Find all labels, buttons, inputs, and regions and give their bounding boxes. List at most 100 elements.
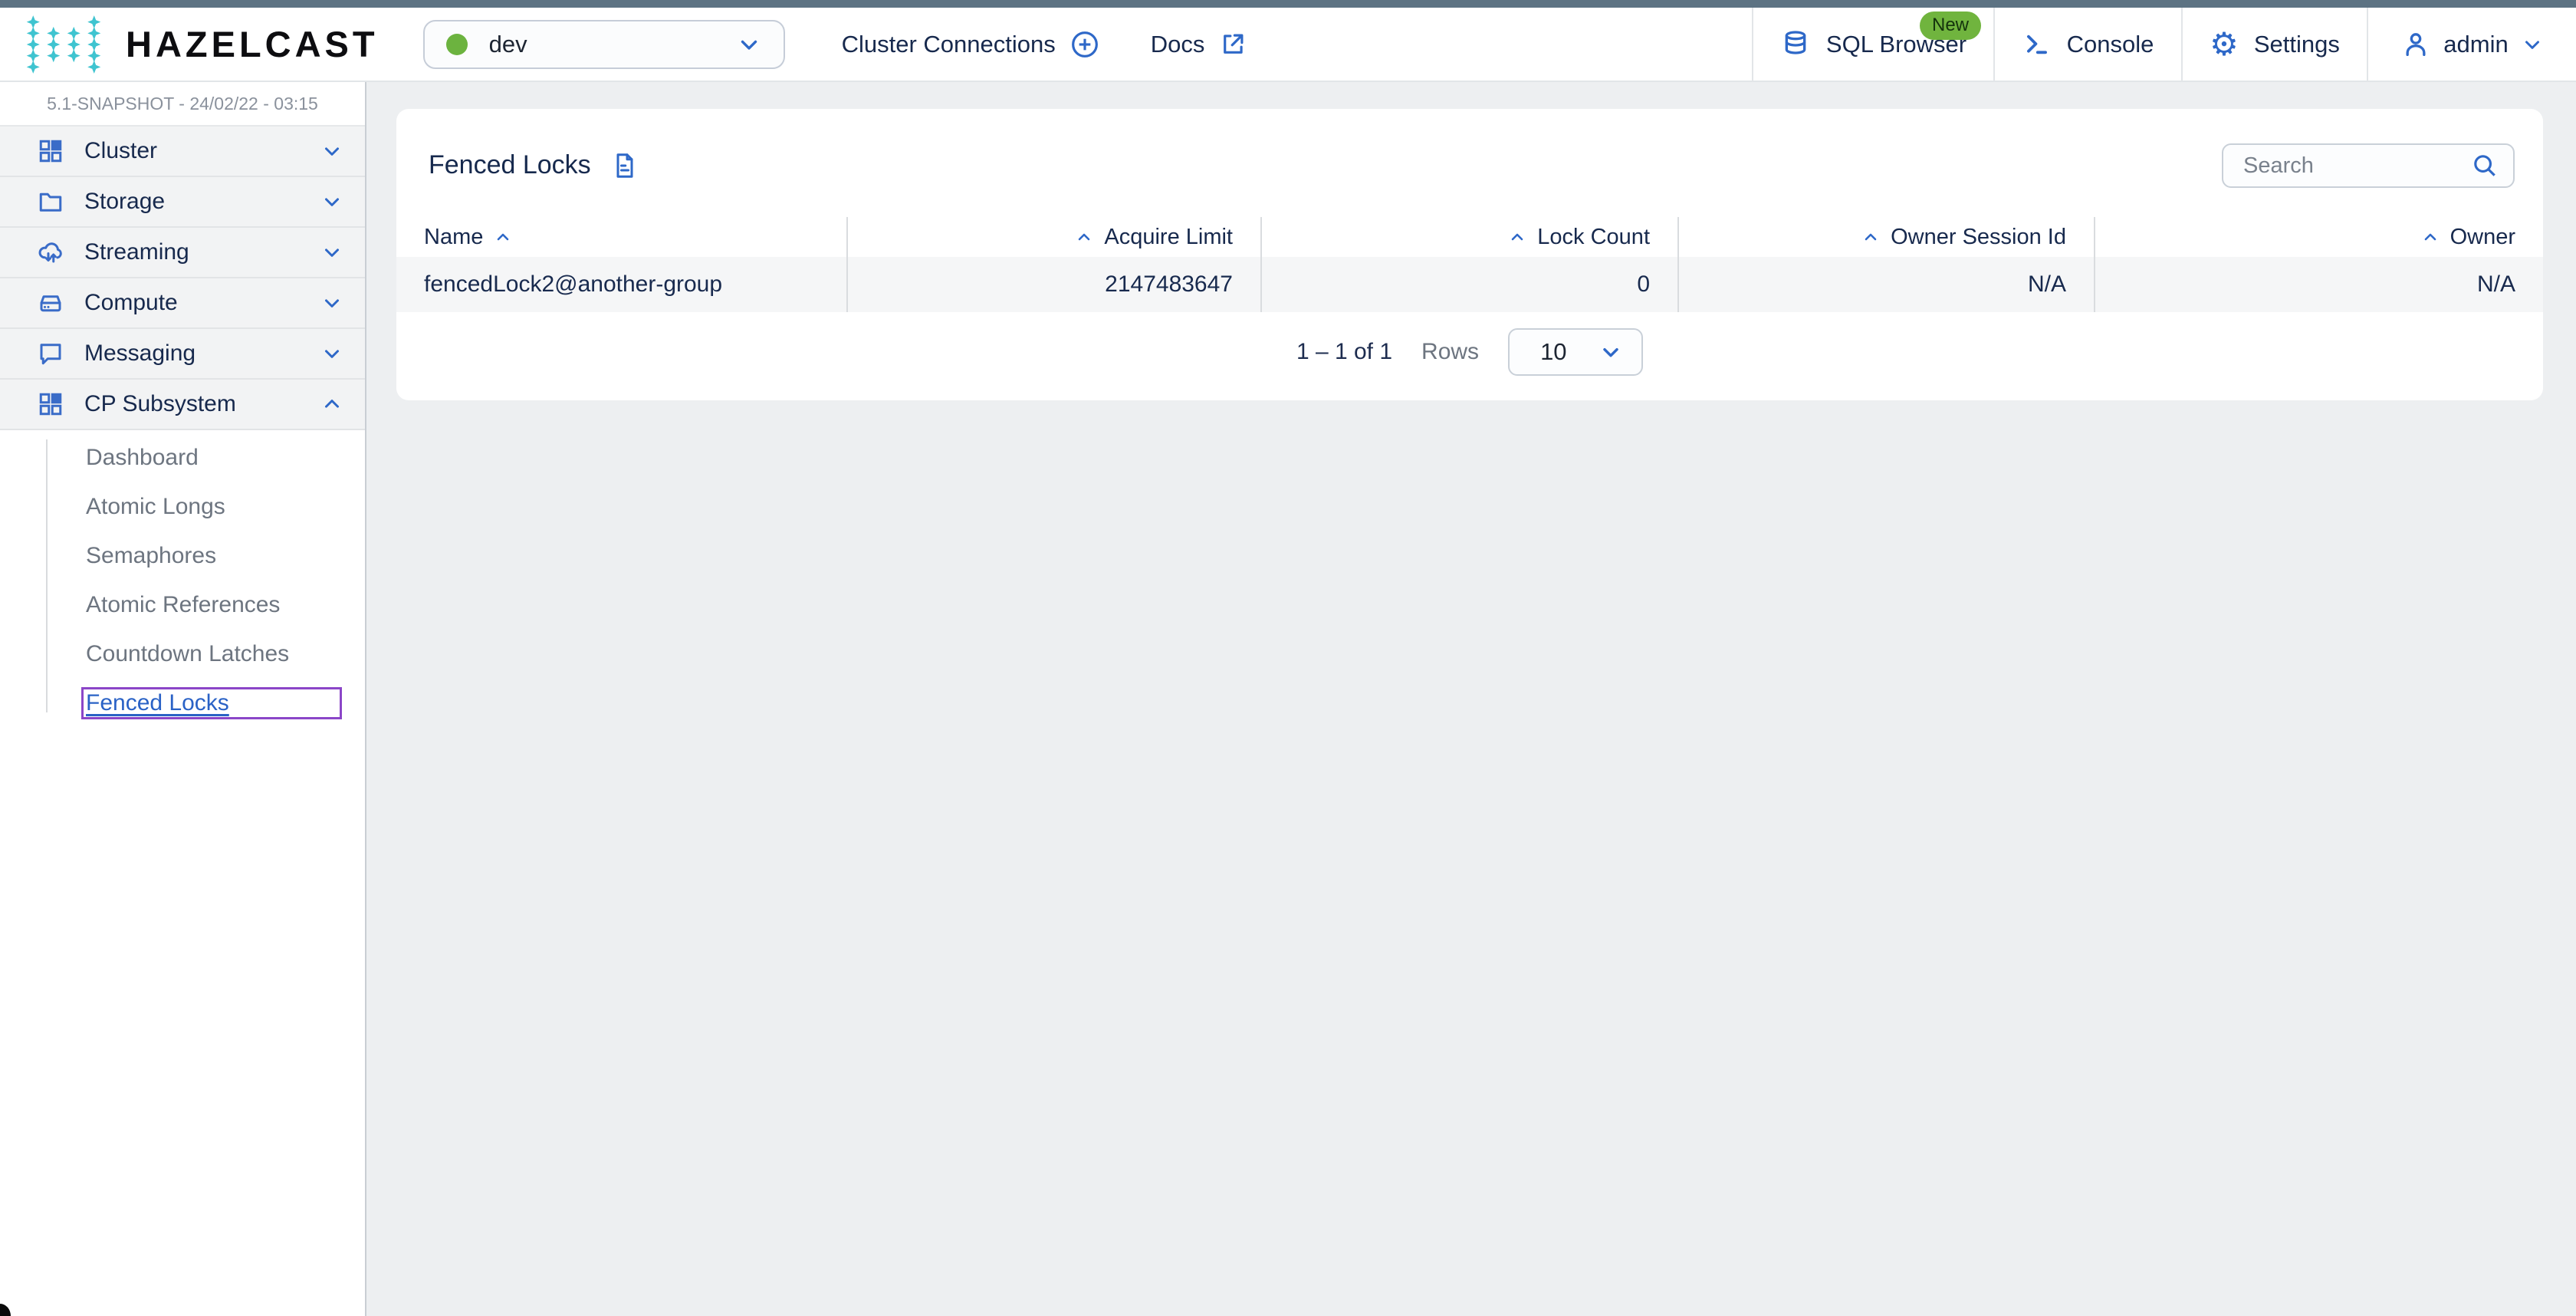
app-header: HAZELCAST dev Cluster Connections Docs N… xyxy=(0,8,2576,82)
gear-icon: ⚙ xyxy=(2210,28,2239,61)
column-header-owner[interactable]: Owner xyxy=(2095,217,2543,257)
chevron-down-icon xyxy=(320,241,343,264)
submenu-item-semaphores[interactable]: Semaphores xyxy=(0,531,365,581)
external-link-icon xyxy=(1218,30,1247,59)
sidebar-item-cp-subsystem[interactable]: CP Subsystem xyxy=(0,380,365,430)
column-label: Acquire Limit xyxy=(1104,225,1233,250)
sidebar-item-label: Compute xyxy=(84,290,178,316)
terminal-icon xyxy=(2022,30,2052,59)
cell-owner-session-id: N/A xyxy=(1679,257,2095,312)
sidebar-item-label: Messaging xyxy=(84,341,196,367)
submenu-item-fenced-locks[interactable]: Fenced Locks xyxy=(0,679,365,728)
version-label: 5.1-SNAPSHOT - 24/02/22 - 03:15 xyxy=(0,82,365,127)
chevron-down-icon xyxy=(320,342,343,365)
cell-owner: N/A xyxy=(2095,257,2543,312)
sort-asc-icon xyxy=(1508,228,1526,246)
fenced-locks-card: Fenced Locks Name xyxy=(396,109,2543,400)
sort-asc-icon xyxy=(494,228,512,246)
column-label: Owner xyxy=(2450,225,2515,250)
console-button[interactable]: Console xyxy=(1993,8,2181,81)
hazelcast-logo-mark-icon xyxy=(23,13,104,76)
user-name: admin xyxy=(2443,31,2508,58)
pagination: 1 – 1 of 1 Rows 10 xyxy=(396,328,2543,376)
cell-acquire-limit: 2147483647 xyxy=(848,257,1262,312)
rows-per-page-select[interactable]: 10 xyxy=(1508,328,1643,376)
table-header: Name Acquire Limit xyxy=(396,217,2543,257)
sort-asc-icon xyxy=(1075,228,1093,246)
folder-icon xyxy=(37,188,64,215)
cluster-dropdown[interactable]: dev xyxy=(423,20,785,69)
doc-icon[interactable] xyxy=(611,152,639,179)
page-title-text: Fenced Locks xyxy=(429,150,591,180)
cloud-sync-icon xyxy=(37,239,64,266)
column-header-acquire-limit[interactable]: Acquire Limit xyxy=(848,217,1262,257)
rows-per-page-value: 10 xyxy=(1540,338,1566,366)
cp-subsystem-submenu: Dashboard Atomic Longs Semaphores Atomic… xyxy=(0,430,365,729)
submenu-item-atomic-references[interactable]: Atomic References xyxy=(0,581,365,630)
sidebar-item-label: Streaming xyxy=(84,239,189,265)
submenu-item-countdown-latches[interactable]: Countdown Latches xyxy=(0,630,365,679)
cluster-dropdown-value: dev xyxy=(489,31,527,58)
column-label: Name xyxy=(424,225,483,250)
sidebar-item-messaging[interactable]: Messaging xyxy=(0,329,365,380)
cell-name: fencedLock2@another-group xyxy=(396,257,848,312)
grid-icon xyxy=(37,137,64,165)
sql-browser-button[interactable]: New SQL Browser xyxy=(1752,8,1993,81)
cluster-connections-link[interactable]: Cluster Connections xyxy=(842,29,1100,60)
chevron-down-icon xyxy=(320,140,343,163)
pagination-range: 1 – 1 of 1 xyxy=(1296,339,1392,365)
submenu-item-label: Fenced Locks xyxy=(86,690,229,716)
column-header-owner-session-id[interactable]: Owner Session Id xyxy=(1679,217,2095,257)
cell-lock-count: 0 xyxy=(1262,257,1679,312)
chevron-down-icon xyxy=(2521,33,2544,56)
window-corner xyxy=(0,1304,11,1316)
chat-bubble-icon xyxy=(37,340,64,367)
column-label: Lock Count xyxy=(1537,225,1650,250)
submenu-item-dashboard[interactable]: Dashboard xyxy=(0,433,365,482)
grid-icon xyxy=(37,390,64,418)
hazelcast-logo: HAZELCAST xyxy=(23,13,379,76)
submenu-item-label: Atomic References xyxy=(86,592,280,618)
sidebar-item-streaming[interactable]: Streaming xyxy=(0,228,365,278)
docs-label: Docs xyxy=(1151,31,1205,58)
column-label: Owner Session Id xyxy=(1891,225,2066,250)
column-header-lock-count[interactable]: Lock Count xyxy=(1262,217,1679,257)
server-icon xyxy=(37,289,64,317)
submenu-item-label: Dashboard xyxy=(86,445,199,471)
search-box xyxy=(2222,143,2515,188)
settings-label: Settings xyxy=(2254,31,2340,58)
submenu-item-label: Atomic Longs xyxy=(86,494,225,520)
sidebar-item-compute[interactable]: Compute xyxy=(0,278,365,329)
docs-link[interactable]: Docs xyxy=(1151,30,1248,59)
focus-outline: Fenced Locks xyxy=(81,687,342,719)
chevron-up-icon xyxy=(320,393,343,416)
chevron-down-icon xyxy=(320,291,343,314)
sidebar-item-cluster[interactable]: Cluster xyxy=(0,127,365,177)
user-menu[interactable]: admin xyxy=(2367,8,2576,81)
submenu-item-atomic-longs[interactable]: Atomic Longs xyxy=(0,482,365,531)
header-actions: New SQL Browser Console ⚙ Settings admin xyxy=(1752,8,2576,81)
search-icon[interactable] xyxy=(2470,151,2499,180)
page-title: Fenced Locks xyxy=(429,150,639,180)
chevron-down-icon xyxy=(736,31,762,58)
cluster-status-dot xyxy=(446,34,468,55)
chevron-down-icon xyxy=(320,190,343,213)
submenu-item-label: Semaphores xyxy=(86,543,216,569)
new-badge: New xyxy=(1920,12,1981,40)
rows-per-page-label: Rows xyxy=(1421,339,1479,365)
cluster-connections-label: Cluster Connections xyxy=(842,31,1056,58)
brand-name: HAZELCAST xyxy=(126,23,379,65)
sidebar-item-label: CP Subsystem xyxy=(84,391,236,417)
sidebar-item-storage[interactable]: Storage xyxy=(0,177,365,228)
column-header-name[interactable]: Name xyxy=(396,217,848,257)
sidebar: 5.1-SNAPSHOT - 24/02/22 - 03:15 Cluster … xyxy=(0,82,366,1316)
add-circle-icon[interactable] xyxy=(1070,29,1100,60)
sort-asc-icon xyxy=(2421,228,2440,246)
sidebar-item-label: Cluster xyxy=(84,138,157,164)
settings-button[interactable]: ⚙ Settings xyxy=(2181,8,2367,81)
search-input[interactable] xyxy=(2242,153,2470,179)
table-row: fencedLock2@another-group 2147483647 0 N… xyxy=(396,257,2543,312)
submenu-item-label: Countdown Latches xyxy=(86,641,289,667)
chevron-down-icon xyxy=(1598,340,1623,364)
fenced-locks-table: Name Acquire Limit xyxy=(396,217,2543,312)
